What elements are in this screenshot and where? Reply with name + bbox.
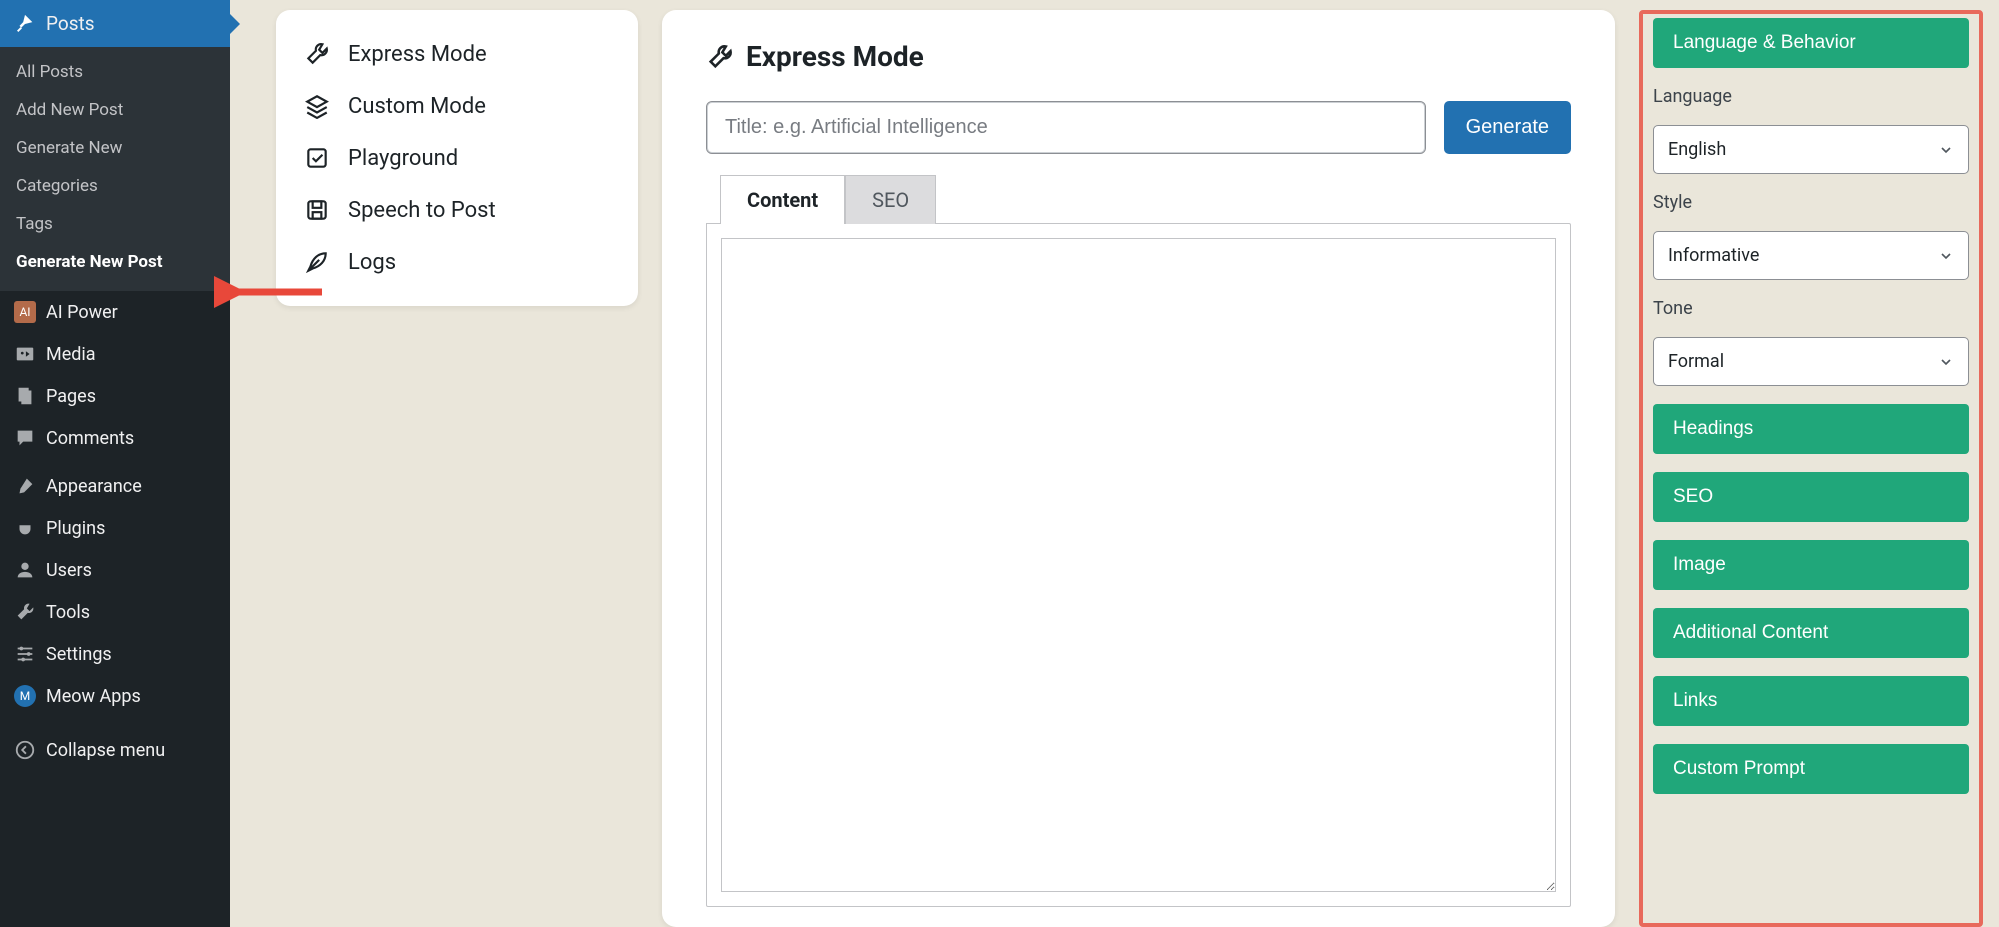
sidebar-item-label: Collapse menu bbox=[46, 740, 216, 761]
check-square-icon bbox=[304, 145, 330, 171]
editor-heading: Express Mode bbox=[706, 40, 1571, 73]
settings-panel: Language & Behavior Language English Sty… bbox=[1639, 10, 1983, 927]
settings-language-behavior-button[interactable]: Language & Behavior bbox=[1653, 18, 1969, 68]
collapse-menu-button[interactable]: Collapse menu bbox=[0, 729, 230, 771]
sidebar-item-settings[interactable]: Settings bbox=[0, 633, 230, 675]
settings-links-button[interactable]: Links bbox=[1653, 676, 1969, 726]
sidebar-item-label: Plugins bbox=[46, 518, 216, 539]
mode-label: Playground bbox=[348, 146, 458, 171]
generate-button[interactable]: Generate bbox=[1444, 101, 1571, 154]
sidebar-item-pages[interactable]: Pages bbox=[0, 375, 230, 417]
wrench-icon bbox=[14, 601, 36, 623]
language-select-value: English bbox=[1668, 139, 1726, 160]
mode-label: Custom Mode bbox=[348, 94, 486, 119]
mode-custom[interactable]: Custom Mode bbox=[298, 80, 616, 132]
submenu-tags[interactable]: Tags bbox=[0, 205, 230, 243]
editor-panel: Express Mode Generate Content SEO bbox=[662, 10, 1615, 927]
sidebar-item-label: Appearance bbox=[46, 476, 216, 497]
submenu-all-posts[interactable]: All Posts bbox=[0, 53, 230, 91]
language-label: Language bbox=[1653, 86, 1969, 107]
sidebar-item-label: Comments bbox=[46, 428, 216, 449]
pages-icon bbox=[14, 385, 36, 407]
main-content-area: Express Mode Custom Mode Playground Spee… bbox=[230, 0, 1999, 927]
plug-icon bbox=[14, 517, 36, 539]
mode-selection-panel: Express Mode Custom Mode Playground Spee… bbox=[276, 10, 638, 306]
chevron-down-icon bbox=[1938, 354, 1954, 370]
language-select[interactable]: English bbox=[1653, 125, 1969, 174]
layers-icon bbox=[304, 93, 330, 119]
editor-tabs: Content SEO bbox=[720, 174, 1571, 223]
submenu-generate-new-post[interactable]: Generate New Post bbox=[0, 243, 230, 281]
submenu-generate-new[interactable]: Generate New bbox=[0, 129, 230, 167]
content-textarea[interactable] bbox=[721, 238, 1556, 892]
style-select-value: Informative bbox=[1668, 245, 1759, 266]
submenu-add-new-post[interactable]: Add New Post bbox=[0, 91, 230, 129]
sidebar-item-label: Tools bbox=[46, 602, 216, 623]
tab-seo[interactable]: SEO bbox=[845, 175, 936, 224]
settings-seo-button[interactable]: SEO bbox=[1653, 472, 1969, 522]
mode-label: Express Mode bbox=[348, 42, 487, 67]
sidebar-item-appearance[interactable]: Appearance bbox=[0, 465, 230, 507]
sidebar-item-label: Settings bbox=[46, 644, 216, 665]
post-title-input[interactable] bbox=[706, 101, 1426, 154]
sidebar-item-label: AI Power bbox=[46, 302, 216, 323]
sidebar-item-comments[interactable]: Comments bbox=[0, 417, 230, 459]
sidebar-item-media[interactable]: Media bbox=[0, 333, 230, 375]
pin-icon bbox=[14, 13, 36, 35]
chevron-down-icon bbox=[1938, 248, 1954, 264]
mode-label: Speech to Post bbox=[348, 198, 496, 223]
mode-speech-to-post[interactable]: Speech to Post bbox=[298, 184, 616, 236]
brush-icon bbox=[14, 475, 36, 497]
submenu-categories[interactable]: Categories bbox=[0, 167, 230, 205]
wrench-icon bbox=[304, 41, 330, 67]
sidebar-item-label: Pages bbox=[46, 386, 216, 407]
sidebar-item-plugins[interactable]: Plugins bbox=[0, 507, 230, 549]
sidebar-item-users[interactable]: Users bbox=[0, 549, 230, 591]
sidebar-item-posts[interactable]: Posts bbox=[0, 0, 230, 47]
settings-image-button[interactable]: Image bbox=[1653, 540, 1969, 590]
sidebar-item-label: Media bbox=[46, 344, 216, 365]
media-icon bbox=[14, 343, 36, 365]
save-icon bbox=[304, 197, 330, 223]
user-icon bbox=[14, 559, 36, 581]
feather-icon bbox=[304, 249, 330, 275]
style-select[interactable]: Informative bbox=[1653, 231, 1969, 280]
sliders-icon bbox=[14, 643, 36, 665]
settings-additional-content-button[interactable]: Additional Content bbox=[1653, 608, 1969, 658]
tone-select[interactable]: Formal bbox=[1653, 337, 1969, 386]
editor-body bbox=[706, 223, 1571, 907]
settings-custom-prompt-button[interactable]: Custom Prompt bbox=[1653, 744, 1969, 794]
mode-express[interactable]: Express Mode bbox=[298, 28, 616, 80]
sidebar-item-meow-apps[interactable]: M Meow Apps bbox=[0, 675, 230, 717]
meow-icon: M bbox=[14, 685, 36, 707]
mode-label: Logs bbox=[348, 250, 396, 275]
title-row: Generate bbox=[706, 101, 1571, 154]
tone-select-value: Formal bbox=[1668, 351, 1724, 372]
sidebar-item-label: Users bbox=[46, 560, 216, 581]
sidebar-item-tools[interactable]: Tools bbox=[0, 591, 230, 633]
mode-logs[interactable]: Logs bbox=[298, 236, 616, 288]
ai-power-icon: AI bbox=[14, 301, 36, 323]
sidebar-item-label: Meow Apps bbox=[46, 686, 216, 707]
posts-submenu: All Posts Add New Post Generate New Cate… bbox=[0, 47, 230, 291]
settings-headings-button[interactable]: Headings bbox=[1653, 404, 1969, 454]
collapse-icon bbox=[14, 739, 36, 761]
sidebar-item-label: Posts bbox=[46, 12, 216, 35]
style-label: Style bbox=[1653, 192, 1969, 213]
tab-content[interactable]: Content bbox=[720, 175, 845, 224]
wrench-icon bbox=[706, 43, 734, 71]
tone-label: Tone bbox=[1653, 298, 1969, 319]
sidebar-item-ai-power[interactable]: AI AI Power bbox=[0, 291, 230, 333]
mode-playground[interactable]: Playground bbox=[298, 132, 616, 184]
page-title: Express Mode bbox=[746, 40, 924, 73]
comments-icon bbox=[14, 427, 36, 449]
chevron-down-icon bbox=[1938, 142, 1954, 158]
wp-admin-sidebar: Posts All Posts Add New Post Generate Ne… bbox=[0, 0, 230, 927]
